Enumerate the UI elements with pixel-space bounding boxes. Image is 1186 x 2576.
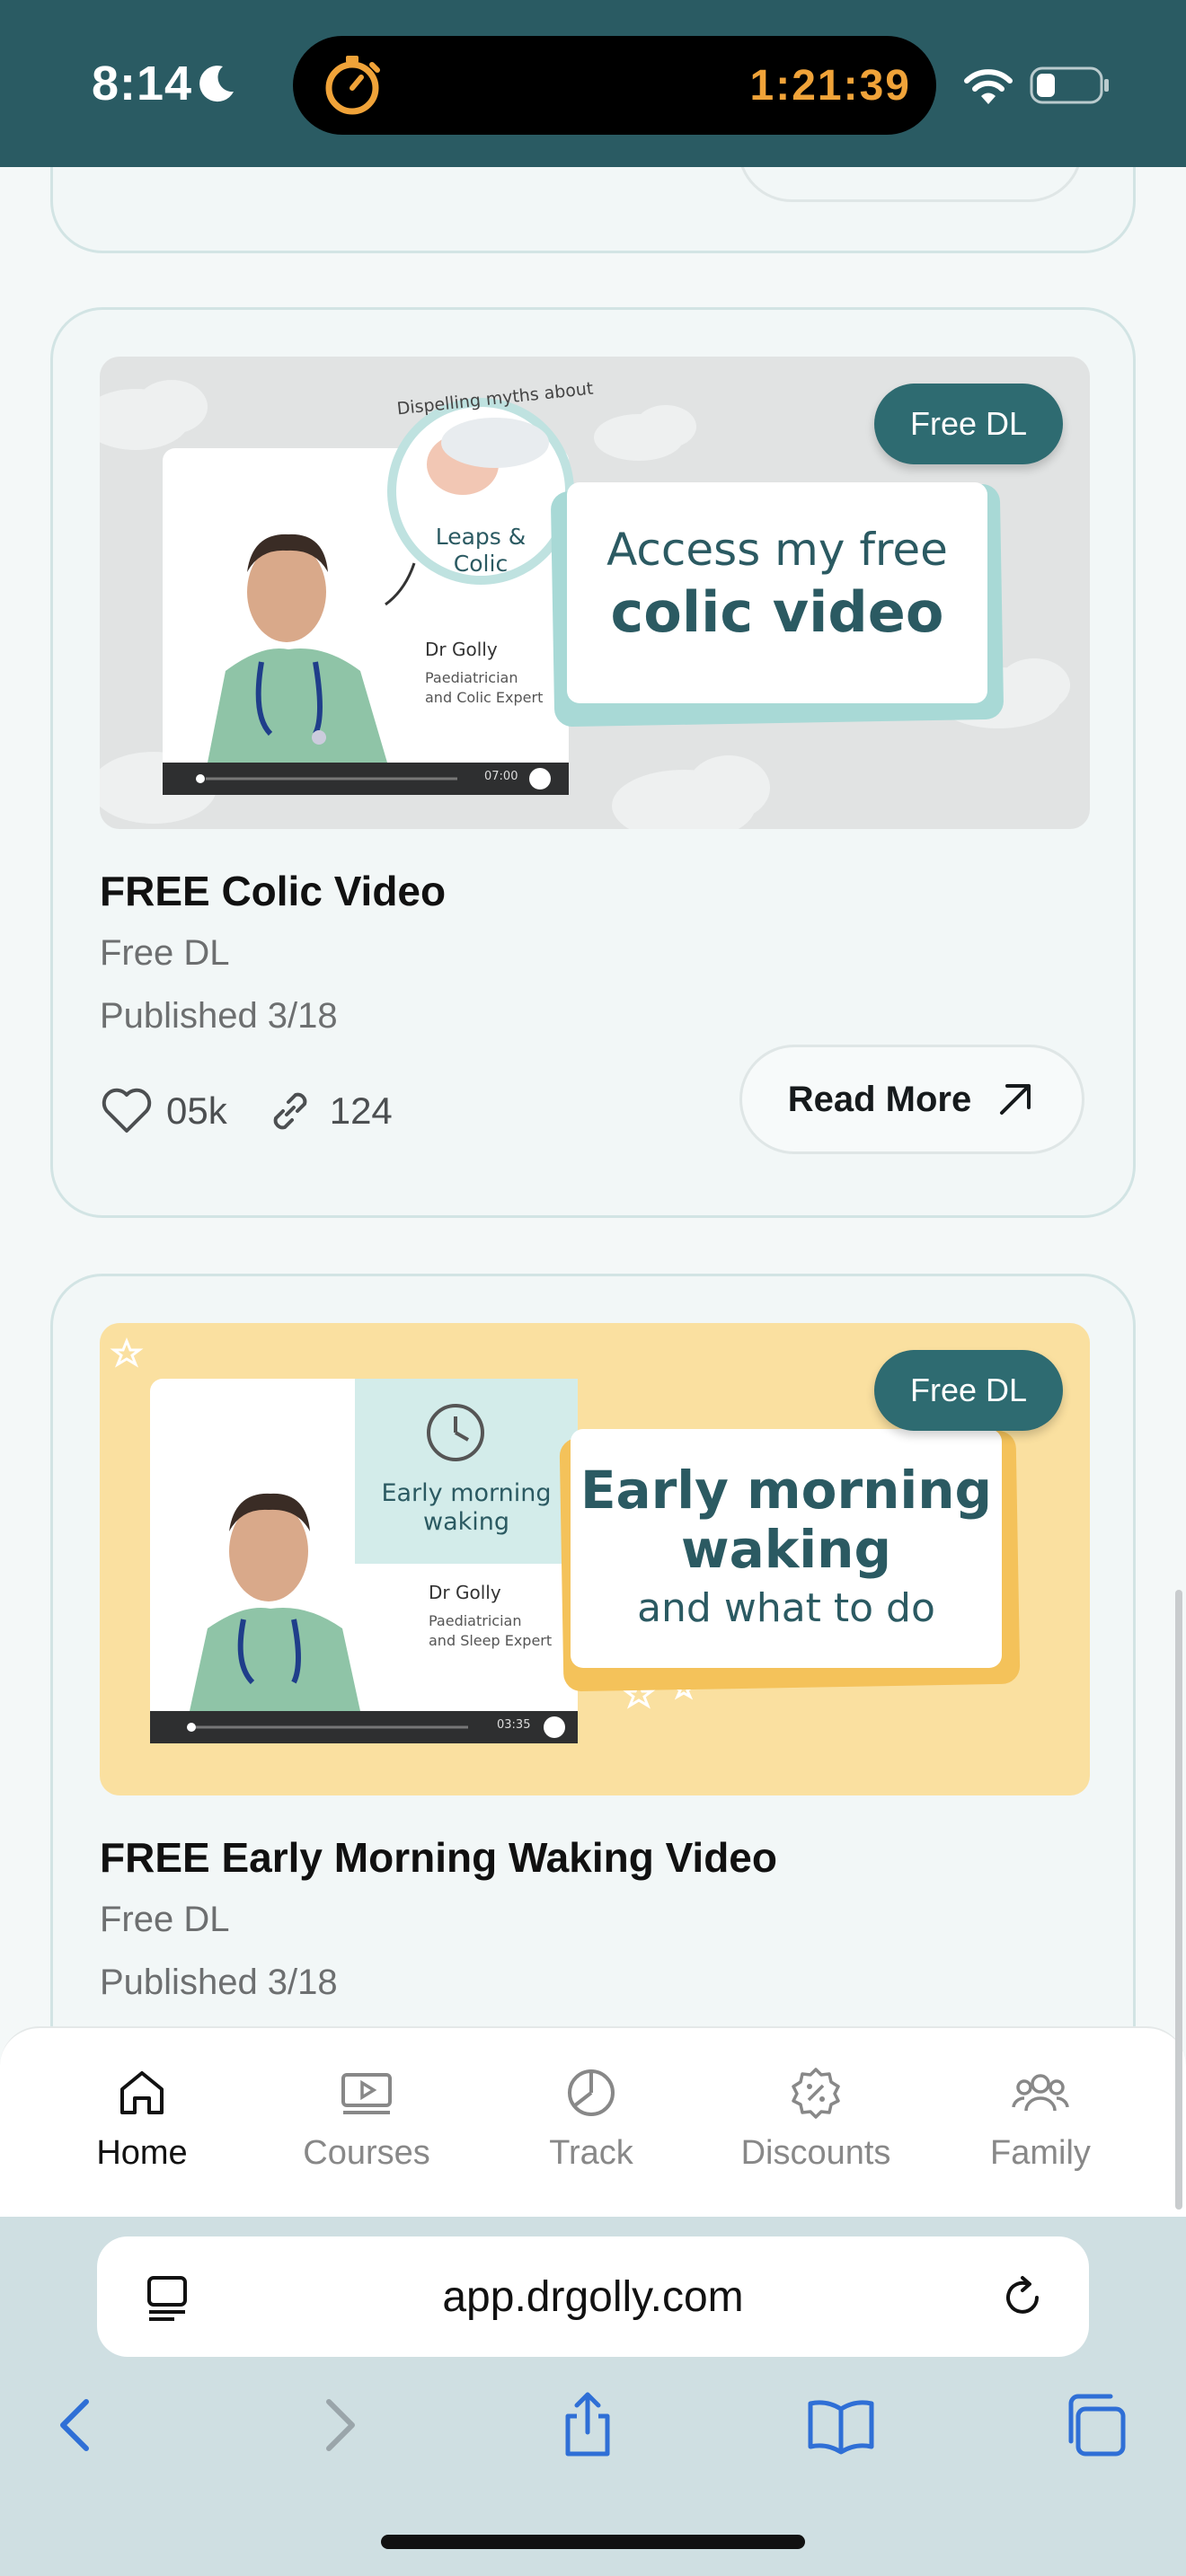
thumbnail-panel-text-1: Early morning (381, 1479, 552, 1507)
dynamic-island[interactable]: 1:21:39 (293, 36, 936, 135)
thumbnail-headline-1: Access my free (606, 524, 948, 576)
previous-read-more-button[interactable] (738, 167, 1083, 202)
post-date: Published 3/18 (100, 1963, 338, 2002)
address-bar[interactable]: app.drgolly.com (97, 2236, 1089, 2357)
tab-track[interactable]: Track (501, 2064, 681, 2173)
forward-icon[interactable] (302, 2389, 374, 2461)
thumbnail-player-time: 03:35 (497, 1718, 531, 1732)
url-text: app.drgolly.com (442, 2273, 744, 2321)
feed-scroll-area[interactable]: Dispelling myths about Leaps & Colic Dr … (0, 167, 1186, 2026)
tabs-icon[interactable] (1058, 2389, 1130, 2461)
previous-card (50, 167, 1136, 253)
post-title[interactable]: FREE Early Morning Waking Video (100, 1833, 777, 1882)
family-icon (1012, 2074, 1069, 2112)
shares-stat[interactable]: 124 (263, 1084, 393, 1138)
timer-icon (325, 56, 380, 115)
wifi-icon (964, 69, 1013, 104)
scroll-indicator (1175, 1590, 1182, 2210)
tab-discounts[interactable]: Discounts (726, 2064, 906, 2173)
moon-icon (199, 66, 234, 102)
tab-label: Family (990, 2134, 1091, 2172)
thumbnail-presenter-role-1: Paediatrician (429, 1612, 522, 1629)
bottom-tab-bar: Home Courses Track Discounts Family (0, 1590, 1186, 2217)
status-time: 8:14 (92, 57, 193, 110)
thumbnail-headline-1: Early morning (580, 1460, 993, 1521)
heart-icon (102, 1088, 152, 1133)
tab-label: Home (96, 2134, 188, 2172)
bookmarks-icon[interactable] (805, 2389, 877, 2461)
post-date: Published 3/18 (100, 996, 338, 1036)
free-dl-badge: Free DL (874, 384, 1063, 464)
shares-count: 124 (329, 1090, 393, 1132)
thumbnail-presenter-role-1: Paediatrician (425, 669, 518, 686)
status-bar: 8:14 1:21:39 (0, 0, 1186, 167)
pie-chart-icon (568, 2069, 615, 2116)
post-thumbnail[interactable]: Early morning waking Dr Golly Paediatric… (100, 1323, 1090, 1795)
thumbnail-circle-text-1: Leaps & (435, 524, 527, 550)
home-indicator (381, 2535, 805, 2549)
tab-courses[interactable]: Courses (277, 2064, 456, 2173)
post-stats: 05k 124 (100, 1082, 429, 1140)
read-more-button[interactable]: Read More (739, 1045, 1084, 1154)
read-more-label: Read More (787, 1079, 972, 1119)
thumbnail-circle-text-2: Colic (453, 551, 509, 577)
free-dl-badge: Free DL (874, 1350, 1063, 1431)
battery-icon (1030, 66, 1109, 104)
thumbnail-headline-2: waking (681, 1519, 891, 1580)
post-category: Free DL (100, 933, 230, 973)
likes-stat[interactable]: 05k (100, 1084, 227, 1138)
thumbnail-panel-text-2: waking (422, 1508, 510, 1536)
tab-home[interactable]: Home (52, 2064, 232, 2173)
video-icon (341, 2073, 392, 2114)
arrow-up-right-icon (1000, 1084, 1031, 1115)
post-category: Free DL (100, 1900, 230, 1939)
island-timer: 1:21:39 (749, 62, 911, 110)
thumbnail-player-time: 07:00 (484, 770, 518, 783)
thumbnail-presenter: Dr Golly (425, 639, 498, 660)
browser-toolbar: app.drgolly.com (0, 2217, 1186, 2576)
discount-badge-icon (792, 2068, 840, 2119)
tab-label: Courses (303, 2134, 430, 2172)
thumbnail-presenter-role-2: and Colic Expert (425, 689, 544, 706)
thumbnail-headline-2: colic video (610, 579, 944, 645)
link-icon (273, 1092, 307, 1130)
back-icon[interactable] (41, 2389, 113, 2461)
home-icon (120, 2071, 164, 2114)
thumbnail-presenter-role-2: and Sleep Expert (429, 1632, 553, 1649)
thumbnail-presenter: Dr Golly (429, 1582, 501, 1603)
thumbnail-headline-3: and what to do (637, 1585, 935, 1631)
post-title[interactable]: FREE Colic Video (100, 867, 446, 915)
post-card[interactable]: Early morning waking Dr Golly Paediatric… (50, 1274, 1136, 2026)
post-thumbnail[interactable]: Dispelling myths about Leaps & Colic Dr … (100, 357, 1090, 829)
tab-label: Track (549, 2134, 633, 2172)
likes-count: 05k (166, 1090, 227, 1132)
post-card[interactable]: Dispelling myths about Leaps & Colic Dr … (50, 307, 1136, 1218)
tab-family[interactable]: Family (951, 2064, 1130, 2173)
tab-label: Discounts (740, 2134, 891, 2172)
reload-icon[interactable] (996, 2271, 1049, 2325)
share-icon[interactable] (552, 2389, 624, 2461)
